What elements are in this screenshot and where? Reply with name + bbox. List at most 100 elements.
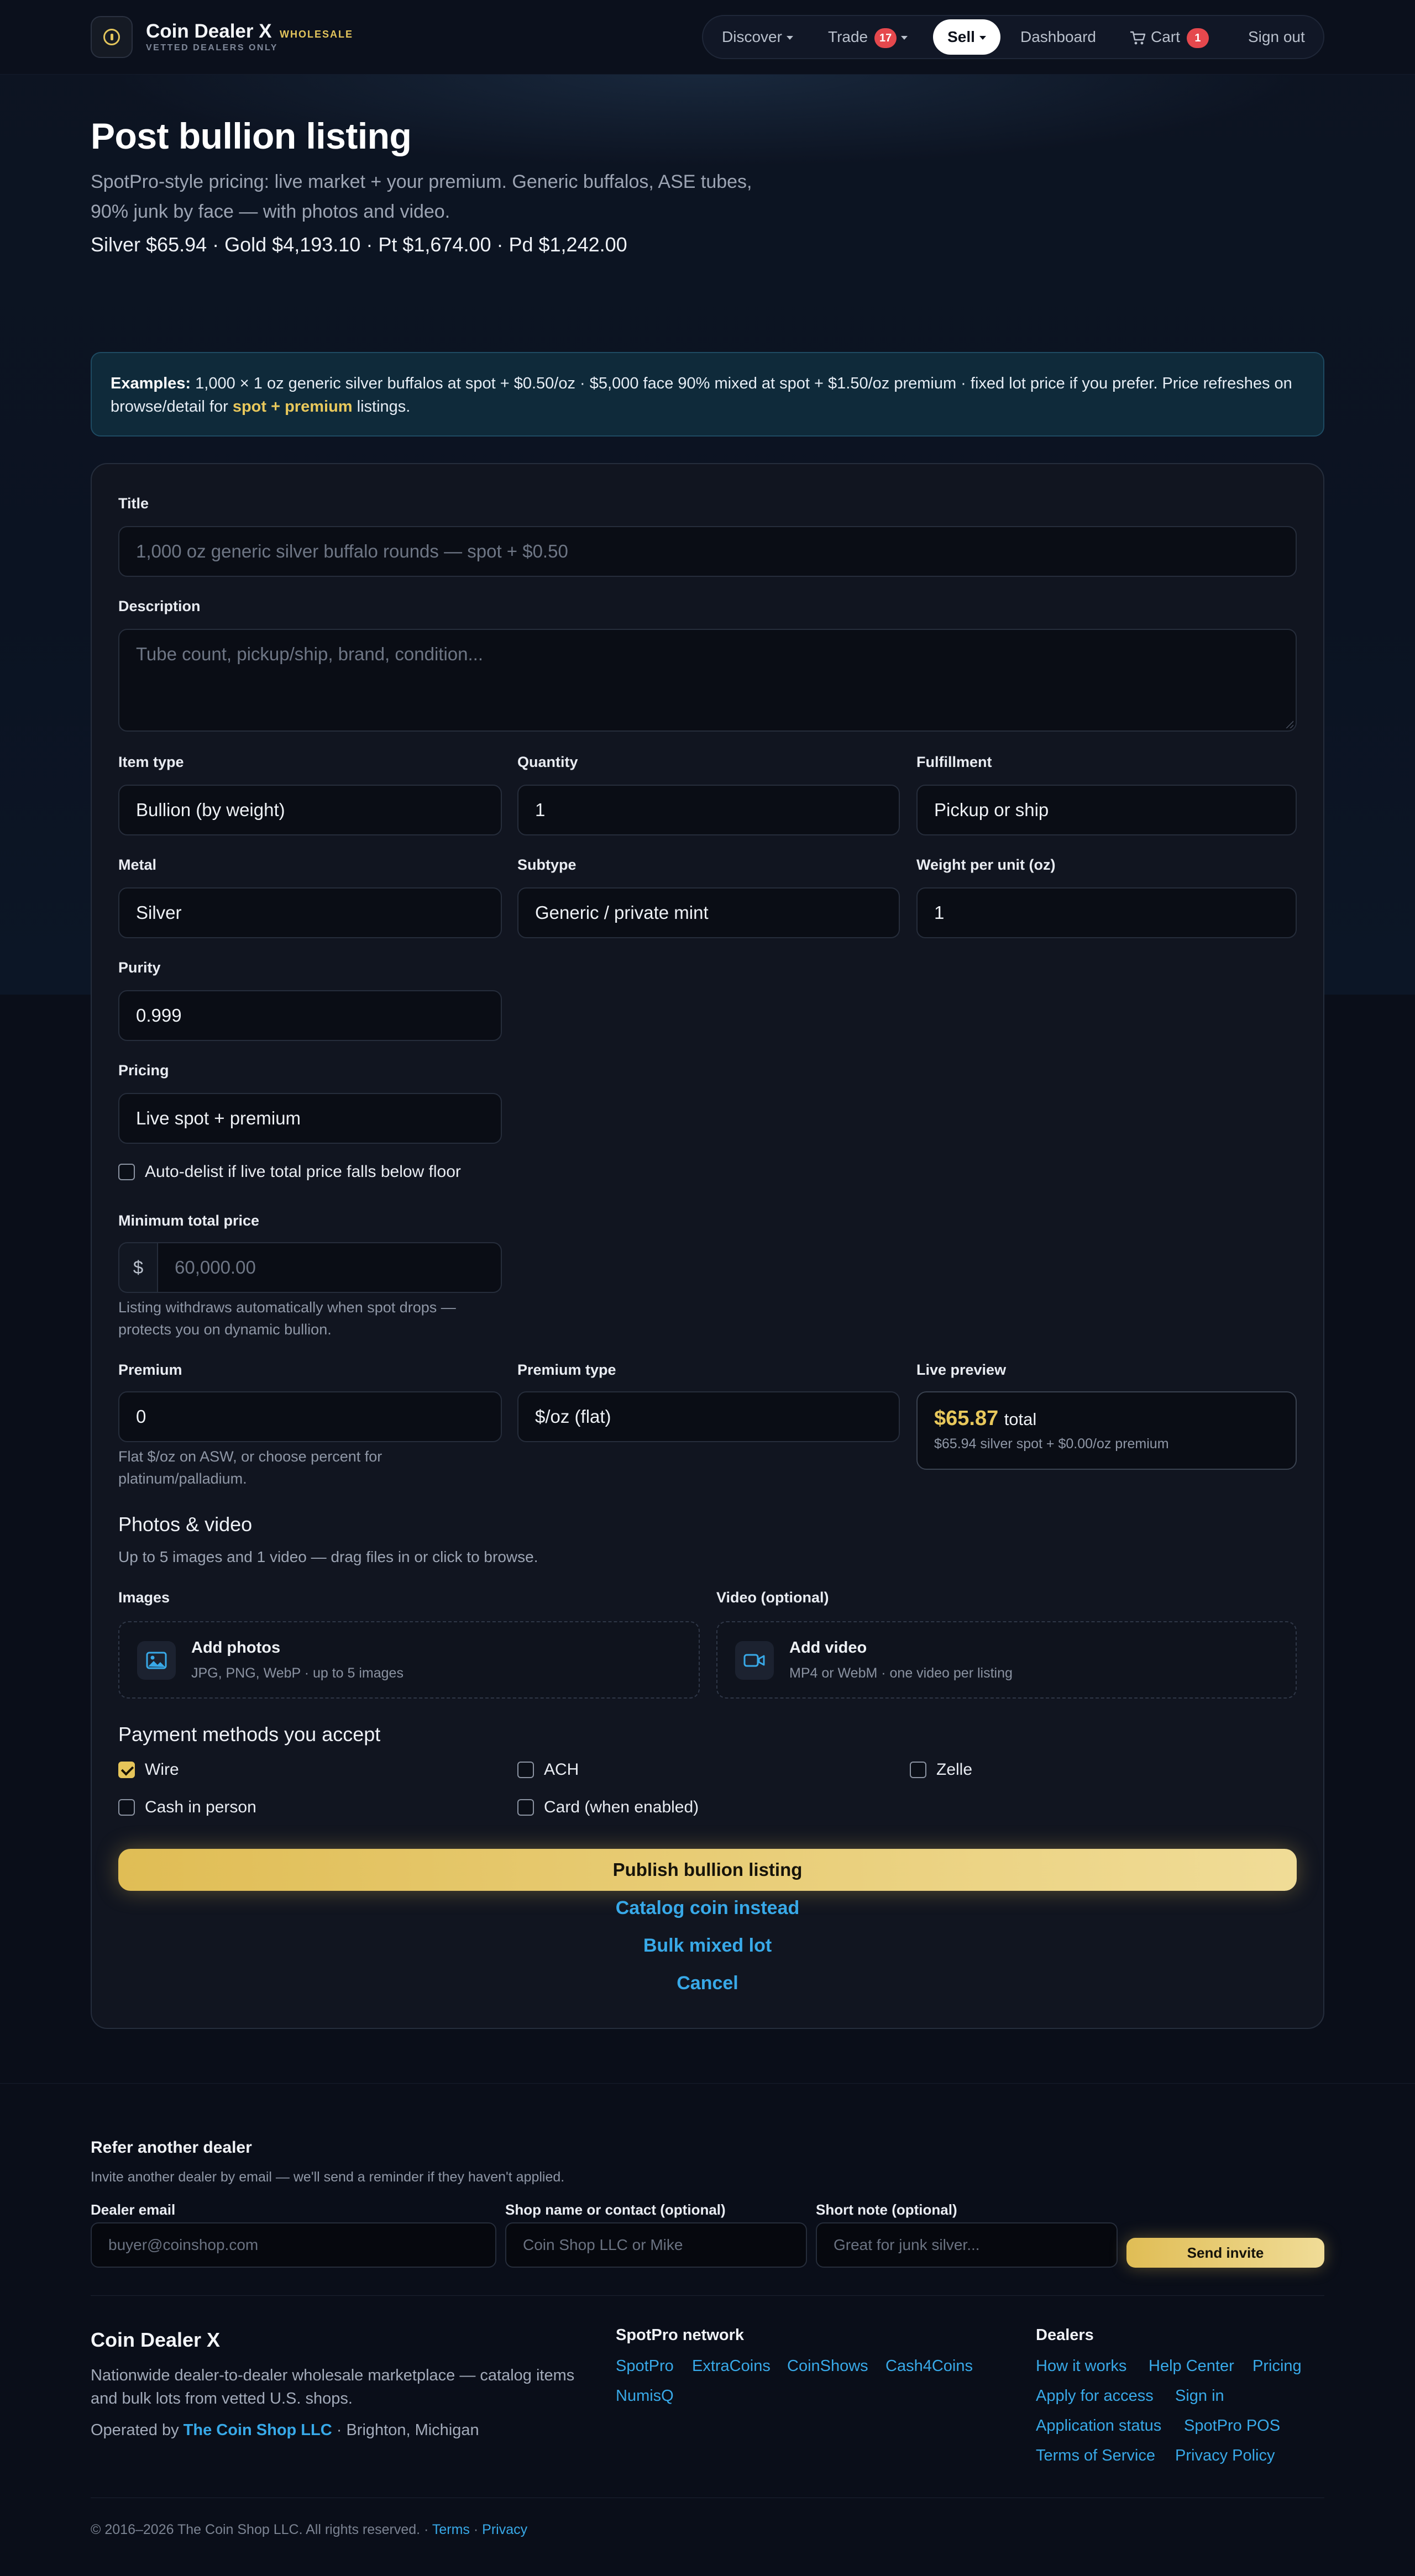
description-placeholder: Tube count, pickup/ship, brand, conditio… (136, 644, 483, 664)
dealers-heading: Dealers (1036, 2326, 1094, 2344)
dealers-link-application-status[interactable]: Application status (1036, 2417, 1161, 2435)
subtype-select[interactable]: Generic / private mint (517, 887, 900, 938)
premium-input[interactable]: 0 (118, 1391, 502, 1442)
page-title: Post bullion listing (91, 115, 412, 156)
description-textarea[interactable]: Tube count, pickup/ship, brand, conditio… (118, 629, 1297, 732)
network-link-spotpro[interactable]: SpotPro (616, 2357, 674, 2375)
bulk-mixed-lot-link[interactable]: Bulk mixed lot (118, 1935, 1297, 1957)
resize-handle-icon[interactable] (1286, 721, 1293, 728)
video-dropzone-hint: MP4 or WebM · one video per listing (789, 1665, 1013, 1681)
title-input[interactable]: 1,000 oz generic silver buffalo rounds —… (118, 526, 1297, 577)
examples-banner: Examples: 1,000 × 1 oz generic silver bu… (91, 352, 1324, 437)
premium-label: Premium (118, 1361, 182, 1378)
images-dropzone[interactable]: Add photos JPG, PNG, WebP · up to 5 imag… (118, 1621, 700, 1699)
payment-card-label: Card (when enabled) (544, 1798, 699, 1816)
dealers-link-privacy[interactable]: Privacy Policy (1175, 2447, 1275, 2465)
network-heading: SpotPro network (616, 2326, 745, 2344)
dealers-link-how-it-works[interactable]: How it works (1036, 2357, 1126, 2375)
dealers-link-spotpro-pos[interactable]: SpotPro POS (1184, 2417, 1280, 2435)
payment-heading: Payment methods you accept (118, 1723, 381, 1746)
dealers-link-sign-in[interactable]: Sign in (1175, 2387, 1224, 2405)
min-price-label: Minimum total price (118, 1212, 260, 1229)
quantity-input[interactable]: 1 (517, 785, 900, 835)
currency-prefix: $ (118, 1242, 157, 1293)
nav-cart[interactable]: Cart 1 (1130, 16, 1209, 58)
payment-cash-checkbox[interactable] (118, 1799, 135, 1816)
dealers-link-pricing[interactable]: Pricing (1252, 2357, 1302, 2375)
brand[interactable]: Coin Dealer X WHOLESALE VETTED DEALERS O… (91, 15, 353, 59)
premium-type-select[interactable]: $/oz (flat) (517, 1391, 900, 1442)
nav-discover-label: Discover (722, 28, 782, 45)
images-label: Images (118, 1589, 170, 1606)
network-link-coinshows[interactable]: CoinShows (787, 2357, 868, 2375)
item-type-label: Item type (118, 754, 184, 770)
footer-operator: Operated by The Coin Shop LLC · Brighton… (91, 2421, 479, 2440)
examples-lead: Examples: (111, 375, 191, 392)
shop-contact-input[interactable]: Coin Shop LLC or Mike (505, 2222, 807, 2268)
cancel-link[interactable]: Cancel (118, 1973, 1297, 1994)
send-invite-button[interactable]: Send invite (1126, 2238, 1324, 2268)
nav-signout[interactable]: Sign out (1248, 16, 1305, 58)
dealers-link-terms[interactable]: Terms of Service (1036, 2447, 1155, 2465)
metal-select[interactable]: Silver (118, 887, 502, 938)
payment-ach-checkbox[interactable] (517, 1762, 534, 1778)
live-preview-label: Live preview (916, 1361, 1007, 1378)
catalog-coin-link[interactable]: Catalog coin instead (118, 1897, 1297, 1919)
footer-brand: Coin Dealer X (91, 2328, 221, 2351)
nav-trade[interactable]: Trade 17 (828, 16, 908, 58)
nav-dashboard[interactable]: Dashboard (1020, 16, 1096, 58)
nav-trade-label: Trade (828, 28, 868, 45)
video-camera-icon (735, 1641, 774, 1680)
preview-amount: $65.87 (934, 1407, 999, 1430)
payment-wire-checkbox[interactable] (118, 1762, 135, 1778)
payment-zelle-label: Zelle (936, 1760, 973, 1779)
copyright-terms-link[interactable]: Terms (432, 2522, 470, 2537)
premium-type-label: Premium type (517, 1361, 616, 1378)
min-price-hint: Listing withdraws automatically when spo… (118, 1299, 456, 1338)
live-preview-box: $65.87 total $65.94 silver spot + $0.00/… (916, 1391, 1297, 1470)
premium-hint: Flat $/oz on ASW, or choose percent for … (118, 1448, 382, 1487)
short-note-input[interactable]: Great for junk silver... (816, 2222, 1118, 2268)
nav-cart-label: Cart (1151, 28, 1180, 45)
spot-prices: Silver $65.94 · Gold $4,193.10 · Pt $1,6… (91, 233, 627, 256)
operator-link[interactable]: The Coin Shop LLC (184, 2421, 332, 2439)
publish-button[interactable]: Publish bullion listing (118, 1849, 1297, 1891)
fulfillment-select[interactable]: Pickup or ship (916, 785, 1297, 835)
pricing-select[interactable]: Live spot + premium (118, 1093, 502, 1144)
media-heading: Photos & video (118, 1513, 253, 1536)
dealers-link-help-center[interactable]: Help Center (1149, 2357, 1234, 2375)
fulfillment-label: Fulfillment (916, 754, 992, 770)
description-label: Description (118, 598, 201, 614)
chevron-down-icon (901, 36, 908, 40)
footer-description: Nationwide dealer-to-dealer wholesale ma… (91, 2367, 575, 2407)
nav-discover[interactable]: Discover (722, 16, 793, 58)
dealers-link-apply[interactable]: Apply for access (1036, 2387, 1154, 2405)
dealer-email-input[interactable]: buyer@coinshop.com (91, 2222, 496, 2268)
weight-input[interactable]: 1 (916, 887, 1297, 938)
purity-input[interactable]: 0.999 (118, 990, 502, 1041)
nav-sell[interactable]: Sell (933, 19, 1000, 55)
network-link-extracoins[interactable]: ExtraCoins (692, 2357, 771, 2375)
payment-zelle-checkbox[interactable] (910, 1762, 926, 1778)
subtype-label: Subtype (517, 856, 577, 873)
cart-icon (1130, 31, 1146, 45)
network-link-cash4coins[interactable]: Cash4Coins (885, 2357, 973, 2375)
autodelist-checkbox[interactable] (118, 1164, 135, 1180)
media-subtitle: Up to 5 images and 1 video — drag files … (118, 1548, 538, 1565)
network-link-numisq[interactable]: NumisQ (616, 2387, 674, 2405)
copyright: © 2016–2026 The Coin Shop LLC. All right… (91, 2522, 527, 2538)
item-type-select[interactable]: Bullion (by weight) (118, 785, 502, 835)
payment-card-checkbox[interactable] (517, 1799, 534, 1816)
shop-contact-label: Shop name or contact (optional) (505, 2201, 726, 2218)
nav-sell-label: Sell (947, 28, 975, 45)
pricing-label: Pricing (118, 1062, 169, 1079)
brand-subtitle: VETTED DEALERS ONLY (146, 43, 278, 52)
video-dropzone[interactable]: Add video MP4 or WebM · one video per li… (716, 1621, 1297, 1699)
payment-ach-label: ACH (544, 1760, 579, 1779)
min-price-input[interactable]: 60,000.00 (157, 1242, 502, 1293)
page-subtitle: SpotPro-style pricing: live market + you… (91, 171, 752, 222)
copyright-privacy-link[interactable]: Privacy (482, 2522, 527, 2537)
copyright-text: © 2016–2026 The Coin Shop LLC. All right… (91, 2522, 432, 2537)
cart-count-badge: 1 (1186, 28, 1209, 48)
images-dropzone-title: Add photos (191, 1639, 281, 1657)
